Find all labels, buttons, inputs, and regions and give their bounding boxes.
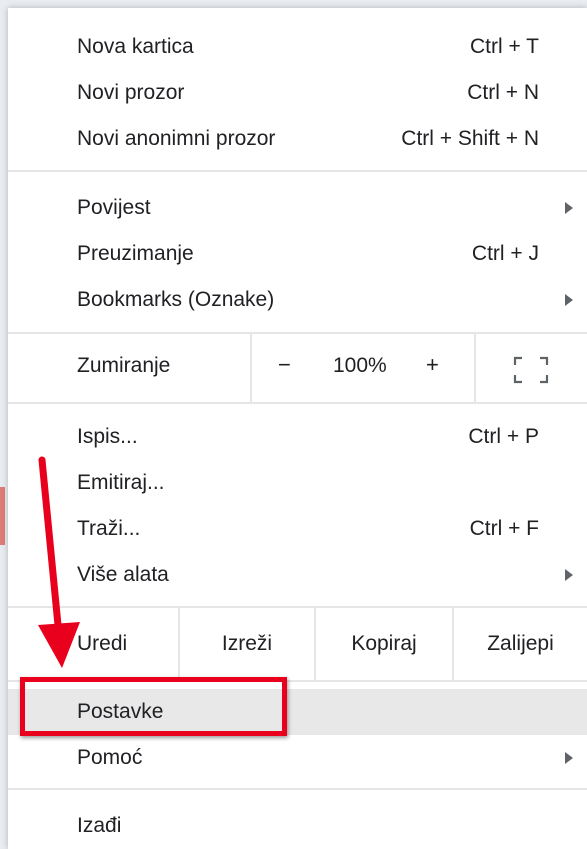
menu-item-label: Pomoć	[77, 746, 143, 769]
menu-item-label: Izađi	[77, 814, 122, 837]
menu-item-shortcut: Ctrl + T	[469, 35, 539, 58]
zoom-in-button[interactable]: +	[426, 352, 439, 378]
menu-item-new-window[interactable]: Novi prozor Ctrl + N	[8, 70, 587, 116]
menu-divider	[8, 788, 587, 790]
menu-item-new-incognito-window[interactable]: Novi anonimni prozor Ctrl + Shift + N	[8, 116, 587, 162]
submenu-arrow-icon	[565, 294, 573, 306]
menu-item-label: Emitiraj...	[77, 471, 165, 494]
background-red-accent	[0, 487, 5, 545]
edit-label: Uredi	[77, 632, 128, 655]
menu-item-shortcut: Ctrl + P	[468, 425, 539, 448]
menu-item-shortcut: Ctrl + F	[469, 517, 539, 540]
menu-item-label: Preuzimanje	[77, 242, 194, 265]
menu-divider	[8, 170, 587, 172]
edit-row: Uredi Izreži Kopiraj Zalijepi	[8, 608, 587, 680]
menu-item-label: Bookmarks (Oznake)	[77, 288, 275, 311]
menu-item-bookmarks[interactable]: Bookmarks (Oznake)	[8, 277, 587, 323]
menu-item-print[interactable]: Ispis... Ctrl + P	[8, 414, 587, 460]
menu-item-more-tools[interactable]: Više alata	[8, 552, 587, 598]
copy-button[interactable]: Kopiraj	[316, 608, 452, 680]
menu-item-label: Novi prozor	[77, 81, 185, 104]
menu-item-find[interactable]: Traži... Ctrl + F	[8, 506, 587, 552]
menu-item-downloads[interactable]: Preuzimanje Ctrl + J	[8, 231, 587, 277]
zoom-label: Zumiranje	[77, 354, 171, 377]
menu-divider	[8, 402, 587, 404]
highlight-callout-box	[20, 677, 287, 736]
menu-item-exit[interactable]: Izađi	[8, 803, 587, 849]
menu-item-cast[interactable]: Emitiraj...	[8, 460, 587, 506]
menu-item-label: Nova kartica	[77, 35, 194, 58]
menu-item-label: Traži...	[77, 517, 141, 540]
menu-item-label: Povijest	[77, 196, 151, 219]
menu-item-label: Novi anonimni prozor	[77, 127, 276, 150]
paste-button[interactable]: Zalijepi	[454, 608, 587, 680]
fullscreen-icon[interactable]	[513, 356, 549, 384]
zoom-separator	[250, 332, 252, 402]
zoom-out-button[interactable]: −	[278, 352, 291, 378]
zoom-row: Zumiranje − 100% +	[8, 332, 587, 402]
menu-item-shortcut: Ctrl + N	[467, 81, 539, 104]
zoom-level: 100%	[333, 354, 387, 377]
menu-item-shortcut: Ctrl + J	[471, 242, 539, 265]
menu-item-label: Ispis...	[77, 425, 138, 448]
submenu-arrow-icon	[565, 752, 573, 764]
menu-item-shortcut: Ctrl + Shift + N	[401, 127, 539, 150]
menu-item-history[interactable]: Povijest	[8, 185, 587, 231]
submenu-arrow-icon	[565, 569, 573, 581]
menu-item-label: Više alata	[77, 563, 169, 586]
submenu-arrow-icon	[565, 202, 573, 214]
menu-item-new-tab[interactable]: Nova kartica Ctrl + T	[8, 24, 587, 70]
cut-button[interactable]: Izreži	[180, 608, 314, 680]
menu-item-help[interactable]: Pomoć	[8, 735, 587, 781]
zoom-separator	[474, 332, 476, 402]
